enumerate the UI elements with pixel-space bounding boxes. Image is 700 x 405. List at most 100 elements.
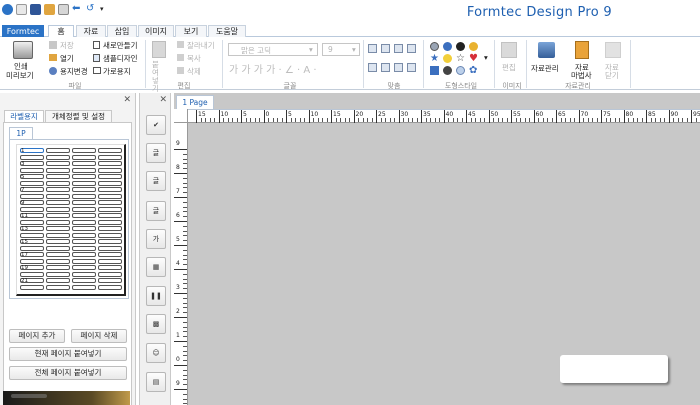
- label-cell[interactable]: [72, 187, 96, 192]
- label-cell[interactable]: [20, 271, 44, 277]
- label-cell[interactable]: [72, 271, 96, 277]
- style-star-blue-icon[interactable]: ★: [430, 54, 439, 64]
- landscape-button[interactable]: 가로용지: [103, 66, 131, 77]
- redo-icon[interactable]: ↺: [86, 4, 97, 15]
- label-cell[interactable]: [98, 239, 122, 244]
- label-cell[interactable]: [98, 278, 122, 283]
- close-icon[interactable]: ✕: [159, 95, 167, 105]
- label-cell[interactable]: [98, 219, 122, 225]
- page-tab-1[interactable]: 1 Page: [176, 95, 214, 109]
- vertical-text-tool-icon[interactable]: 글: [146, 201, 166, 221]
- barcode-tool-icon[interactable]: ▦: [146, 257, 166, 277]
- style-circle-dark-icon[interactable]: [443, 66, 452, 75]
- align-center-icon[interactable]: [381, 44, 390, 53]
- label-cell[interactable]: [72, 232, 96, 238]
- align-fit-icon[interactable]: [407, 63, 416, 72]
- label-cell[interactable]: [72, 278, 96, 283]
- label-cell[interactable]: [46, 187, 70, 192]
- label-cell[interactable]: [20, 206, 44, 212]
- label-cell[interactable]: [20, 232, 44, 238]
- label-cell[interactable]: [20, 167, 44, 173]
- image-edit-button[interactable]: 편집: [502, 62, 516, 73]
- tab-view[interactable]: 보기: [175, 25, 207, 37]
- paste-all-pages-button[interactable]: 전체 페이지 붙여넣기: [9, 366, 127, 380]
- label-cell[interactable]: [46, 174, 70, 179]
- label-cell[interactable]: [98, 161, 122, 166]
- label-cell[interactable]: [46, 265, 70, 270]
- tab-image[interactable]: 이미지: [138, 25, 174, 37]
- tab-formtec[interactable]: Formtec: [2, 25, 44, 37]
- label-cell[interactable]: [98, 187, 122, 192]
- label-cell[interactable]: [46, 180, 70, 186]
- label-cell[interactable]: [46, 154, 70, 160]
- label-cell[interactable]: [46, 206, 70, 212]
- style-square-blue-icon[interactable]: [430, 66, 439, 75]
- style-circle-yellow-icon[interactable]: [443, 54, 452, 63]
- font-size-dropdown-icon[interactable]: ▾: [352, 45, 356, 54]
- label-cell[interactable]: [20, 258, 44, 264]
- label-cell[interactable]: [46, 200, 70, 205]
- style-circle-light-icon[interactable]: [456, 66, 465, 75]
- undo-icon[interactable]: ⬅: [72, 4, 83, 15]
- label-cell[interactable]: [98, 213, 122, 218]
- label-cell[interactable]: [72, 206, 96, 212]
- label-cell[interactable]: [20, 193, 44, 199]
- label-cell[interactable]: [46, 167, 70, 173]
- sample-design-button[interactable]: 샘플디자인: [103, 53, 138, 64]
- label-cell[interactable]: [46, 219, 70, 225]
- document-area[interactable]: 1 Page 15 10 5 0 5 10 15 20 25 30 35 40 45 50 55 60 65 70…: [174, 93, 700, 405]
- label-cell[interactable]: [20, 154, 44, 160]
- paper-change-button[interactable]: 용지변경: [60, 66, 88, 77]
- label-cell[interactable]: [98, 258, 122, 264]
- label-cell[interactable]: [72, 239, 96, 244]
- qat-dropdown-icon[interactable]: ▾: [100, 4, 106, 15]
- label-cell[interactable]: [46, 252, 70, 257]
- label-cell[interactable]: [20, 219, 44, 225]
- label-cell[interactable]: [46, 278, 70, 283]
- tab-data[interactable]: 자료: [76, 25, 106, 37]
- style-heart-icon[interactable]: ♥: [469, 54, 478, 64]
- label-cell[interactable]: [72, 265, 96, 270]
- label-cell[interactable]: [72, 167, 96, 173]
- label-cell[interactable]: [72, 193, 96, 199]
- label-cell[interactable]: [72, 174, 96, 179]
- align-bottom-icon[interactable]: [394, 63, 403, 72]
- style-more-icon[interactable]: ▾: [484, 53, 488, 62]
- label-cell[interactable]: [46, 245, 70, 251]
- delete-page-button[interactable]: 페이지 삭제: [71, 329, 127, 343]
- new-file-icon[interactable]: [16, 4, 27, 15]
- label-cell[interactable]: [72, 226, 96, 231]
- image-tool-icon[interactable]: ☺: [146, 343, 166, 363]
- label-cell[interactable]: [72, 252, 96, 257]
- save-button[interactable]: 저장: [60, 40, 74, 51]
- label-cell[interactable]: [98, 167, 122, 173]
- label-cell[interactable]: [46, 271, 70, 277]
- align-justify-icon[interactable]: [407, 44, 416, 53]
- label-cell[interactable]: [98, 245, 122, 251]
- align-top-icon[interactable]: [368, 63, 377, 72]
- barcode-1d-tool-icon[interactable]: ❚❚: [146, 286, 166, 306]
- select-tool-icon[interactable]: ✔: [146, 115, 166, 135]
- label-cell[interactable]: [72, 154, 96, 160]
- label-cell[interactable]: [98, 148, 122, 153]
- label-cell[interactable]: [46, 193, 70, 199]
- preview-label[interactable]: 미리보기: [6, 70, 34, 81]
- label-cell[interactable]: [46, 148, 70, 153]
- label-cell[interactable]: [98, 206, 122, 212]
- align-right-icon[interactable]: [394, 44, 403, 53]
- style-circle-blue-icon[interactable]: [443, 42, 452, 51]
- label-cell[interactable]: [46, 239, 70, 244]
- style-circle-black-icon[interactable]: [456, 42, 465, 51]
- delete-button[interactable]: 삭제: [187, 66, 201, 77]
- fit-text-tool-icon[interactable]: 가: [146, 229, 166, 249]
- textbox-tool-icon[interactable]: 글: [146, 171, 166, 191]
- qr-code-tool-icon[interactable]: ▩: [146, 314, 166, 334]
- new-make-button[interactable]: 새로만들기: [103, 40, 138, 51]
- label-cell[interactable]: [98, 265, 122, 270]
- data-close-line2[interactable]: 닫기: [605, 70, 619, 81]
- label-cell[interactable]: [20, 284, 44, 290]
- printer-icon[interactable]: [13, 41, 33, 59]
- label-cell[interactable]: [98, 232, 122, 238]
- label-cell[interactable]: [98, 200, 122, 205]
- label-cell[interactable]: [72, 258, 96, 264]
